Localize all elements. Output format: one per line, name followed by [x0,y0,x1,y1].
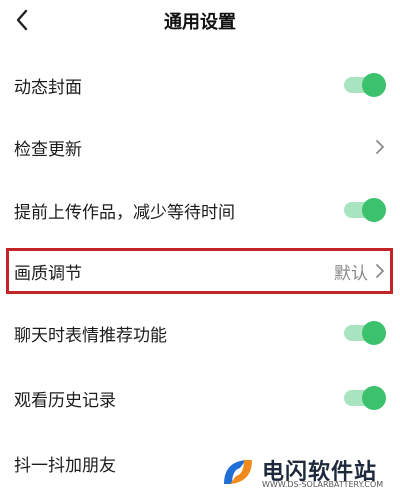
quality-value: 默认 [334,263,368,284]
setting-label: 提前上传作品，减少等待时间 [14,202,235,223]
watch-history-toggle[interactable] [344,386,386,410]
header-bar: 通用设置 [0,0,400,44]
setting-row-watch-history[interactable]: 观看历史记录 [0,375,400,421]
setting-label: 观看历史记录 [14,390,116,411]
dynamic-cover-toggle[interactable] [344,73,386,97]
setting-row-check-update[interactable]: 检查更新 [0,124,400,170]
watermark: 电闪软件站 WWW.DS-SOLARBATTERY.COM [212,448,400,496]
setting-row-dynamic-cover[interactable]: 动态封面 [0,62,400,108]
setting-row-quality[interactable]: 画质调节 默认 [0,248,400,294]
emoji-recommend-toggle[interactable] [344,321,386,345]
setting-label: 检查更新 [14,139,82,160]
setting-label: 画质调节 [14,263,82,284]
chevron-right-icon [376,264,384,278]
setting-label: 动态封面 [14,77,82,98]
chevron-right-icon [376,140,384,154]
page-title: 通用设置 [164,12,236,33]
setting-label: 聊天时表情推荐功能 [14,325,167,346]
pre-upload-toggle[interactable] [344,198,386,222]
setting-row-emoji-recommend[interactable]: 聊天时表情推荐功能 [0,310,400,356]
watermark-subtitle: WWW.DS-SOLARBATTERY.COM [262,480,384,489]
setting-row-pre-upload[interactable]: 提前上传作品，减少等待时间 [0,187,400,233]
setting-label: 抖一抖加朋友 [14,455,116,476]
watermark-logo-icon [224,460,252,484]
